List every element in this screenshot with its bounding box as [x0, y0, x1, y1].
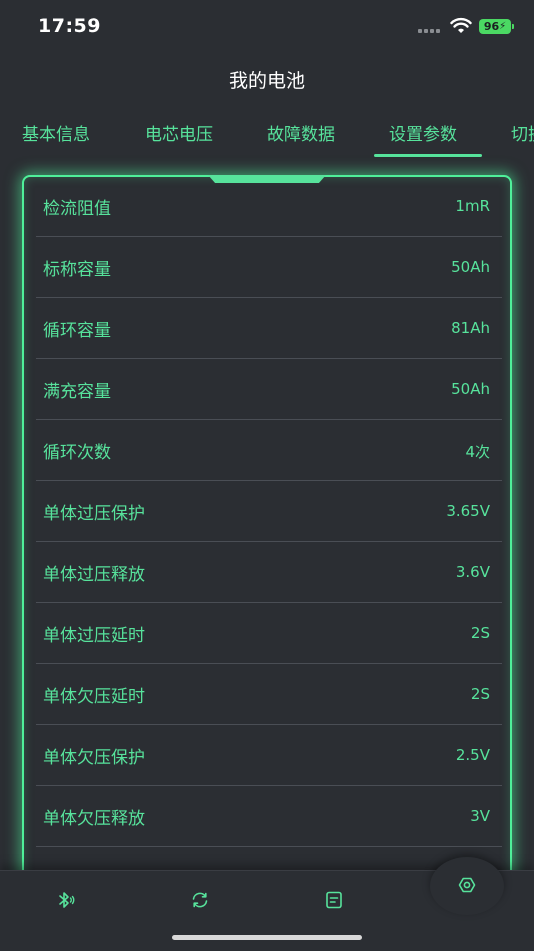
list-item[interactable]: 单体过压释放 3.6V	[36, 542, 502, 603]
setting-label: 单体过压释放	[43, 565, 145, 585]
status-bar: 17:59 96 ⚡	[0, 0, 534, 50]
setting-label: 检流阻值	[43, 199, 111, 219]
home-indicator	[172, 935, 362, 940]
setting-value: 4次	[465, 443, 490, 461]
bluetooth-icon[interactable]	[56, 890, 76, 910]
setting-value: 50Ah	[451, 380, 490, 398]
settings-list: 检流阻值 1mR 标称容量 50Ah 循环容量 81Ah 满充容量 50Ah 循…	[36, 176, 502, 908]
setting-value: 3V	[470, 807, 490, 825]
setting-label: 单体欠压延时	[43, 687, 145, 707]
setting-label: 单体欠压保护	[43, 748, 145, 768]
battery-level: 96	[483, 20, 500, 33]
setting-value: 3.65V	[446, 502, 490, 520]
document-icon[interactable]	[324, 890, 344, 910]
setting-label: 单体过压延时	[43, 626, 145, 646]
list-item[interactable]: 循环容量 81Ah	[36, 298, 502, 359]
setting-label: 单体过压保护	[43, 504, 145, 524]
status-time: 17:59	[38, 15, 101, 37]
setting-label: 标称容量	[43, 260, 111, 280]
list-item[interactable]: 循环次数 4次	[36, 420, 502, 481]
list-item[interactable]: 单体欠压释放 3V	[36, 786, 502, 847]
wifi-icon	[450, 17, 472, 33]
tab-switch[interactable]: 切换	[511, 120, 534, 145]
list-item[interactable]: 标称容量 50Ah	[36, 237, 502, 298]
list-item[interactable]: 单体欠压保护 2.5V	[36, 725, 502, 786]
tab-fault-data[interactable]: 故障数据	[267, 120, 335, 145]
battery-icon: 96 ⚡	[479, 19, 511, 34]
tab-cell-voltage[interactable]: 电芯电压	[145, 120, 213, 145]
setting-value: 81Ah	[451, 319, 490, 337]
setting-label: 单体欠压释放	[43, 809, 145, 829]
list-item[interactable]: 单体欠压延时 2S	[36, 664, 502, 725]
settings-icon[interactable]	[457, 875, 477, 895]
sync-icon[interactable]	[190, 890, 210, 910]
list-item[interactable]: 单体过压延时 2S	[36, 603, 502, 664]
cellular-signal-icon	[418, 29, 440, 33]
battery-tip	[512, 24, 514, 29]
tab-bar: 基本信息 电芯电压 故障数据 设置参数 切换	[0, 118, 534, 158]
tab-basic-info[interactable]: 基本信息	[22, 120, 90, 145]
setting-label: 循环容量	[43, 321, 111, 341]
tab-active-indicator	[374, 154, 482, 157]
setting-value: 1mR	[455, 197, 490, 215]
list-item[interactable]: 检流阻值 1mR	[36, 176, 502, 237]
setting-value: 3.6V	[455, 563, 490, 581]
list-item[interactable]: 满充容量 50Ah	[36, 359, 502, 420]
setting-value: 2S	[470, 685, 490, 703]
list-item[interactable]: 单体过压保护 3.65V	[36, 481, 502, 542]
setting-label: 循环次数	[43, 443, 111, 463]
tab-settings[interactable]: 设置参数	[389, 120, 457, 145]
page-title: 我的电池	[228, 70, 305, 92]
setting-value: 2.5V	[455, 746, 490, 764]
setting-label: 满充容量	[43, 382, 111, 402]
setting-value: 50Ah	[451, 258, 490, 276]
setting-value: 2S	[470, 624, 490, 642]
